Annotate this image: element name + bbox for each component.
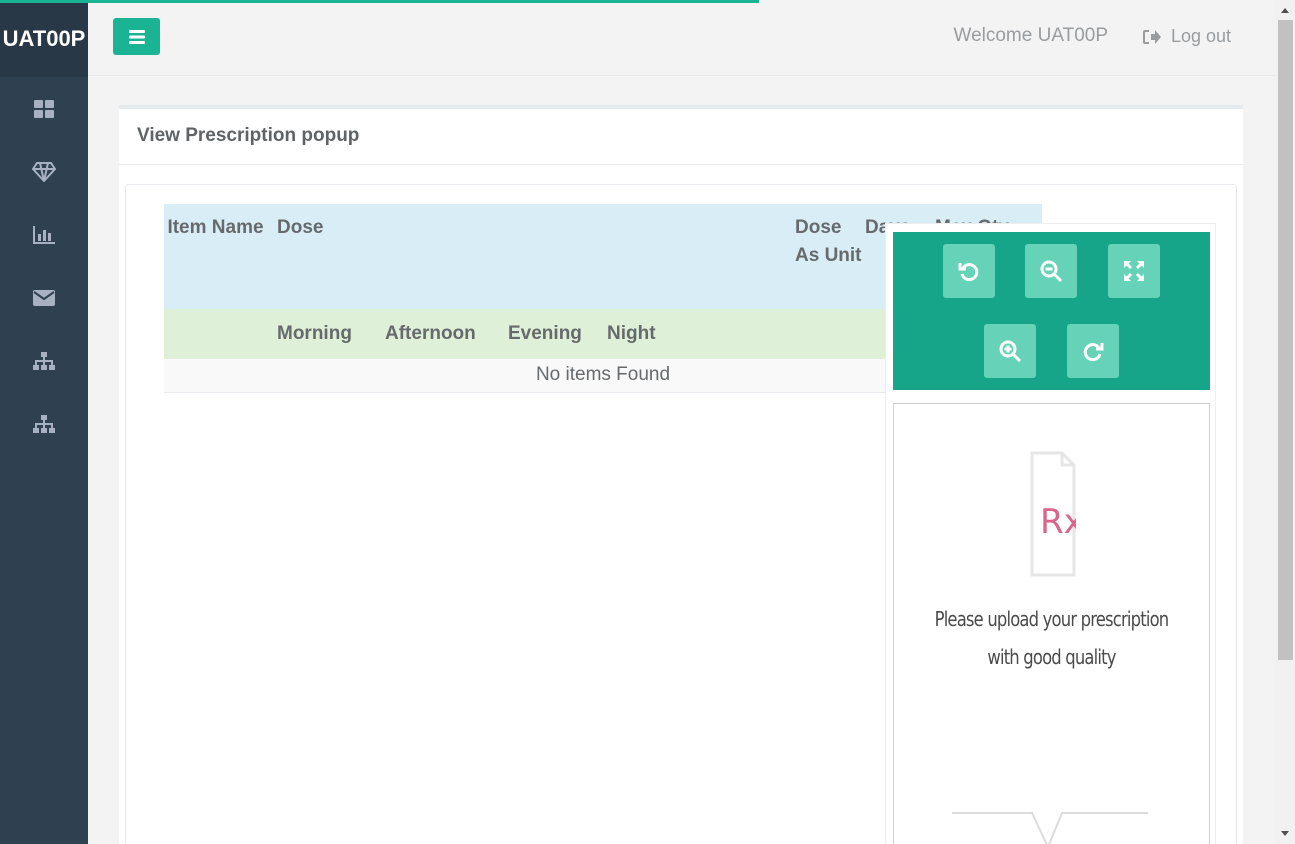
diamond-icon bbox=[32, 161, 56, 182]
upload-placeholder-text: Please upload your prescription with goo… bbox=[922, 600, 1180, 676]
prescription-image-viewer: Rx Please upload your prescription with … bbox=[885, 223, 1216, 844]
rx-symbol: Rx bbox=[1040, 502, 1076, 542]
page-title: View Prescription popup bbox=[119, 109, 1243, 165]
zoom-out-icon bbox=[1040, 260, 1063, 283]
rotate-right-icon bbox=[1083, 343, 1104, 362]
page-scrollbar[interactable] bbox=[1275, 0, 1295, 844]
logout-link[interactable]: Log out bbox=[1142, 26, 1231, 47]
col-evening: Evening bbox=[508, 323, 582, 344]
sidebar-item-charts[interactable] bbox=[0, 203, 88, 266]
sidebar: UAT00P bbox=[0, 0, 88, 844]
page-load-progress bbox=[0, 0, 759, 3]
welcome-message: Welcome UAT00P bbox=[953, 25, 1108, 46]
sign-out-icon bbox=[1142, 29, 1161, 44]
sidebar-item-dashboard[interactable] bbox=[0, 77, 88, 140]
scrollbar-thumb[interactable] bbox=[1278, 20, 1293, 660]
rx-document-icon: Rx bbox=[1030, 451, 1076, 577]
brand-logo: UAT00P bbox=[0, 0, 88, 77]
zoom-in-button[interactable] bbox=[984, 324, 1036, 378]
viewer-toolbar bbox=[893, 232, 1210, 390]
scroll-up-arrow-icon[interactable] bbox=[1281, 8, 1289, 13]
upload-text-line-1: Please upload your prescription bbox=[934, 607, 1170, 631]
sidebar-item-sitemap-1[interactable] bbox=[0, 329, 88, 392]
menu-toggle-button[interactable] bbox=[113, 18, 160, 55]
speech-bubble-graphic bbox=[952, 812, 1148, 844]
col-morning: Morning bbox=[277, 323, 352, 344]
rotate-left-button[interactable] bbox=[943, 244, 995, 298]
rotate-right-button[interactable] bbox=[1067, 324, 1119, 378]
zoom-in-icon bbox=[999, 340, 1022, 363]
col-night: Night bbox=[607, 323, 656, 344]
col-afternoon: Afternoon bbox=[385, 323, 476, 344]
subheader-spacer bbox=[164, 309, 267, 359]
envelope-icon bbox=[33, 289, 55, 306]
fullscreen-button[interactable] bbox=[1108, 244, 1160, 298]
sidebar-item-diamond[interactable] bbox=[0, 140, 88, 203]
upload-text-line-2: with good quality bbox=[987, 645, 1116, 669]
col-dose-as-unit: Dose As Unit bbox=[795, 217, 862, 266]
zoom-out-button[interactable] bbox=[1025, 244, 1077, 298]
logout-label: Log out bbox=[1170, 26, 1231, 46]
dashboard-icon bbox=[34, 99, 54, 118]
sidebar-item-sitemap-2[interactable] bbox=[0, 392, 88, 455]
prescription-image-area: Rx Please upload your prescription with … bbox=[893, 403, 1210, 844]
bar-chart-icon bbox=[33, 225, 55, 244]
sitemap-icon bbox=[33, 414, 55, 433]
col-dose: Dose bbox=[277, 217, 324, 238]
sidebar-item-mail[interactable] bbox=[0, 266, 88, 329]
col-item-name: Item Name bbox=[167, 217, 264, 238]
hamburger-icon bbox=[128, 29, 145, 44]
sitemap-icon bbox=[33, 351, 55, 370]
top-navbar: Welcome UAT00P Log out bbox=[88, 0, 1275, 76]
rotate-left-icon bbox=[958, 263, 979, 282]
fullscreen-icon bbox=[1124, 261, 1144, 281]
scroll-down-arrow-icon[interactable] bbox=[1281, 831, 1289, 836]
